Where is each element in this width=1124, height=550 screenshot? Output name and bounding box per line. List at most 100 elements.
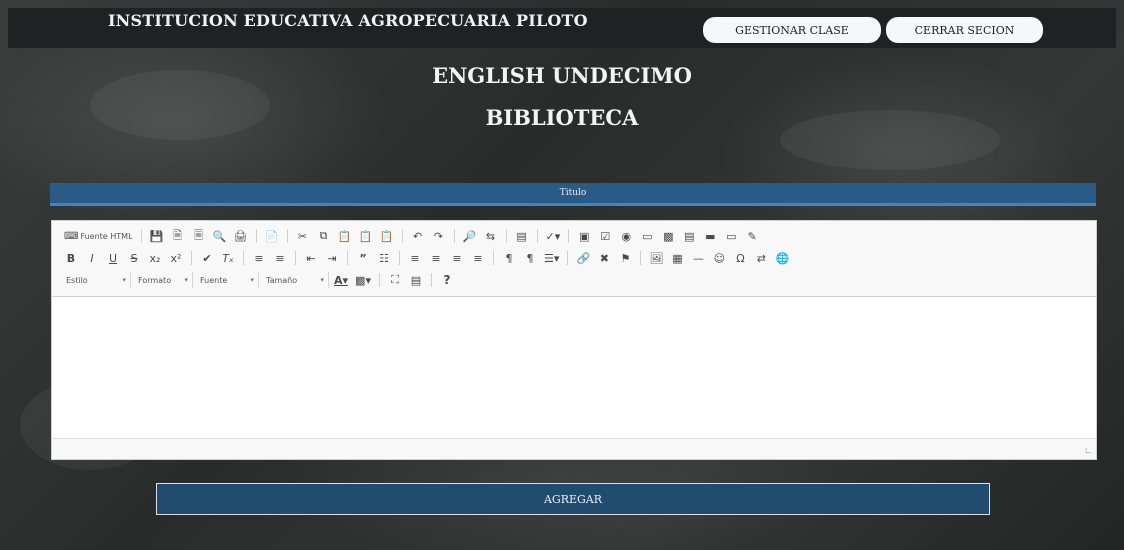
save-icon[interactable]: 💾 — [148, 228, 166, 244]
rich-text-editor[interactable]: ⌨ Fuente HTML 💾 🗎 🗏 🔍 🖨 📄 ✂ ⧉ 📋 📋 📋 ↶ ↷ … — [51, 220, 1097, 460]
chevron-down-icon: ▾ — [320, 276, 324, 284]
toolbar-separator — [493, 251, 494, 265]
toolbar-separator — [191, 251, 192, 265]
document-icon[interactable]: 📄 — [263, 228, 281, 244]
background-color-icon[interactable]: ▩▾ — [353, 272, 373, 288]
paste-icon[interactable]: 📋 — [336, 228, 354, 244]
title-field-label: Titulo — [559, 188, 587, 198]
outdent-icon[interactable]: ⇤ — [302, 250, 320, 266]
templates-icon[interactable]: 🗏 — [190, 228, 208, 244]
select-field-icon[interactable]: ▤ — [680, 228, 698, 244]
title-field[interactable]: Titulo — [50, 183, 1096, 206]
iframe-icon[interactable]: 🌐 — [773, 250, 791, 266]
special-char-icon[interactable]: Ω — [731, 250, 749, 266]
link-icon[interactable]: 🔗 — [574, 250, 592, 266]
format-dropdown[interactable]: Formato ▾ — [134, 272, 193, 288]
logout-button[interactable]: CERRAR SECION — [886, 17, 1043, 43]
toolbar-separator — [286, 229, 288, 243]
undo-icon[interactable]: ↶ — [409, 228, 427, 244]
style-dropdown[interactable]: Estilo ▾ — [62, 272, 131, 288]
underline-icon[interactable]: U — [104, 250, 122, 266]
textfield-icon[interactable]: ▭ — [638, 228, 656, 244]
find-icon[interactable]: 🔎 — [461, 228, 479, 244]
font-dropdown[interactable]: Fuente ▾ — [196, 272, 259, 288]
redo-icon[interactable]: ↷ — [430, 228, 448, 244]
smiley-icon[interactable]: ☺ — [710, 250, 728, 266]
italic-icon[interactable]: I — [83, 250, 101, 266]
unlink-icon[interactable]: ✖ — [595, 250, 613, 266]
radio-icon[interactable]: ◉ — [617, 228, 635, 244]
toolbar-separator — [505, 229, 507, 243]
toolbar-separator — [399, 251, 400, 265]
bulleted-list-icon[interactable]: ≡ — [271, 250, 289, 266]
source-html-button[interactable]: ⌨ Fuente HTML — [62, 228, 135, 244]
ltr-icon[interactable]: ¶ — [500, 250, 518, 266]
new-page-icon[interactable]: 🗎 — [169, 228, 187, 244]
textarea-icon[interactable]: ▩ — [659, 228, 677, 244]
paste-text-icon[interactable]: 📋 — [357, 228, 375, 244]
toolbar-row-2: B I U S x₂ x² ✔ Tₓ ≡ ≡ ⇤ ⇥ ” ☷ ≡ ≡ ≡ ≡ ¶… — [62, 247, 1086, 269]
table-icon[interactable]: ▦ — [668, 250, 686, 266]
align-center-icon[interactable]: ≡ — [427, 250, 445, 266]
strikethrough-icon[interactable]: S — [125, 250, 143, 266]
align-left-icon[interactable]: ≡ — [406, 250, 424, 266]
checkbox-icon[interactable]: ☑ — [596, 228, 614, 244]
numbered-list-icon[interactable]: ≡ — [250, 250, 268, 266]
chevron-down-icon: ▾ — [250, 276, 254, 284]
paste-word-icon[interactable]: 📋 — [378, 228, 396, 244]
copy-icon[interactable]: ⧉ — [315, 228, 333, 244]
button-field-icon[interactable]: ▬ — [701, 228, 719, 244]
source-html-label: Fuente HTML — [80, 231, 133, 241]
chevron-down-icon: ▾ — [184, 276, 188, 284]
form-icon[interactable]: ▣ — [575, 228, 593, 244]
hidden-field-icon[interactable]: ✎ — [743, 228, 761, 244]
toolbar-separator — [295, 251, 296, 265]
subscript-icon[interactable]: x₂ — [146, 250, 164, 266]
toolbar-separator — [430, 273, 432, 287]
div-container-icon[interactable]: ☷ — [375, 250, 393, 266]
toolbar-row-3: Estilo ▾ Formato ▾ Fuente ▾ Tamaño ▾ A▾ … — [62, 269, 1086, 291]
show-blocks-icon[interactable]: ▤ — [407, 272, 425, 288]
horizontal-line-icon[interactable]: — — [689, 250, 707, 266]
toolbar-separator — [347, 251, 348, 265]
blockquote-icon[interactable]: ” — [354, 250, 372, 266]
image-icon[interactable]: 🖼 — [647, 250, 665, 266]
toolbar-separator — [567, 251, 569, 265]
copy-format-icon[interactable]: ✔ — [198, 250, 216, 266]
spellcheck-icon[interactable]: ✓▾ — [544, 228, 563, 244]
size-dropdown[interactable]: Tamaño ▾ — [262, 272, 329, 288]
font-dropdown-label: Fuente — [200, 275, 228, 285]
superscript-icon[interactable]: x² — [167, 250, 185, 266]
page-break-icon[interactable]: ⇄ — [752, 250, 770, 266]
indent-icon[interactable]: ⇥ — [323, 250, 341, 266]
remove-format-icon[interactable]: Tₓ — [219, 250, 237, 266]
editor-toolbar: ⌨ Fuente HTML 💾 🗎 🗏 🔍 🖨 📄 ✂ ⧉ 📋 📋 📋 ↶ ↷ … — [52, 221, 1096, 297]
text-color-icon[interactable]: A▾ — [332, 272, 350, 288]
maximize-icon[interactable]: ⛶ — [386, 272, 404, 288]
preview-icon[interactable]: 🔍 — [211, 228, 229, 244]
select-all-icon[interactable]: ▤ — [513, 228, 531, 244]
align-right-icon[interactable]: ≡ — [448, 250, 466, 266]
rtl-icon[interactable]: ¶ — [521, 250, 539, 266]
help-icon[interactable]: ? — [438, 272, 456, 288]
anchor-icon[interactable]: ⚑ — [616, 250, 634, 266]
editor-status-bar: ∟ — [52, 438, 1096, 459]
add-button[interactable]: AGREGAR — [156, 483, 990, 515]
school-name: INSTITUCION EDUCATIVA AGROPECUARIA PILOT… — [108, 11, 588, 30]
print-icon[interactable]: 🖨 — [232, 228, 250, 244]
editor-content-area[interactable] — [52, 297, 1096, 441]
align-justify-icon[interactable]: ≡ — [469, 250, 487, 266]
chevron-down-icon: ▾ — [122, 276, 126, 284]
toolbar-separator — [536, 229, 538, 243]
toolbar-separator — [401, 229, 403, 243]
cut-icon[interactable]: ✂ — [294, 228, 312, 244]
course-title: ENGLISH UNDECIMO — [432, 63, 692, 88]
bold-icon[interactable]: B — [62, 250, 80, 266]
section-title: BIBLIOTECA — [485, 105, 639, 130]
image-button-icon[interactable]: ▭ — [722, 228, 740, 244]
toolbar-separator — [243, 251, 244, 265]
replace-icon[interactable]: ⇆ — [482, 228, 500, 244]
language-icon[interactable]: ☰▾ — [542, 250, 561, 266]
resize-handle-icon[interactable]: ∟ — [1084, 447, 1092, 457]
manage-class-button[interactable]: GESTIONAR CLASE — [703, 17, 881, 43]
